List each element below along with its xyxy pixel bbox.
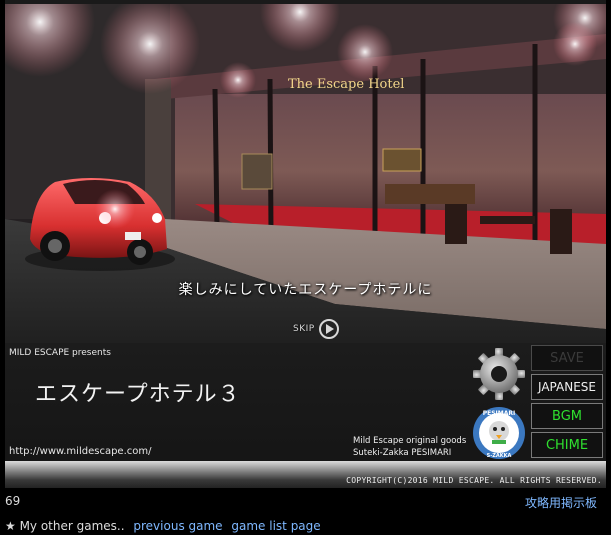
dialogue-subtitle: 楽しみにしていたエスケープホテルに [178,282,433,298]
control-panel: MILD ESCAPE presents エスケープホテル３ http://ww… [5,343,606,488]
skip-label: SKIP [293,324,315,334]
hotel-sign-text: The Escape Hotel [288,77,404,92]
chime-toggle[interactable]: CHIME [531,432,603,458]
gear-icon[interactable] [472,347,526,401]
bgm-toggle[interactable]: BGM [531,403,603,429]
goods-credit: Mild Escape original goods Suteki-Zakka … [353,435,466,459]
previous-game-link[interactable]: previous game [133,519,222,533]
walkthrough-board-link[interactable]: 攻略用掲示板 [525,494,597,511]
language-button[interactable]: JAPANESE [531,374,603,400]
game-title: エスケープホテル３ [35,382,241,407]
pesimari-logo[interactable]: PESIMARI S-ZAKKA [472,406,526,460]
game-frame: The Escape Hotel 楽しみにしていたエスケープホテルに SKIP … [5,0,606,488]
copyright-text: COPYRIGHT(C)2016 MILD ESCAPE. ALL RIGHTS… [346,476,602,485]
save-button[interactable]: SAVE [531,345,603,371]
visit-counter: 69 [5,494,21,508]
other-games-bar: ★ My other games.. previous game game li… [5,519,321,533]
skip-button[interactable]: SKIP [293,317,339,341]
copyright-bar: COPYRIGHT(C)2016 MILD ESCAPE. ALL RIGHTS… [5,461,606,488]
website-link[interactable]: http://www.mildescape.com/ [9,446,151,457]
logo-text-top: PESIMARI [483,410,516,417]
goods-line-1: Mild Escape original goods [353,436,467,446]
publisher-credit: MILD ESCAPE presents [9,348,111,358]
play-icon [318,319,339,339]
game-list-link[interactable]: game list page [231,519,320,533]
logo-text-bottom: S-ZAKKA [487,453,512,459]
goods-line-2: Suteki-Zakka PESIMARI [353,448,452,458]
game-scene[interactable]: The Escape Hotel 楽しみにしていたエスケープホテルに SKIP [5,4,606,343]
other-games-label: ★ My other games.. [5,519,125,533]
